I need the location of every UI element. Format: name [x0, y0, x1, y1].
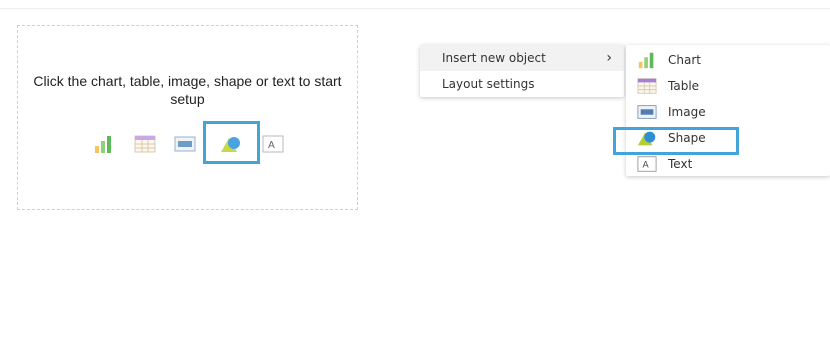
placeholder-shape-highlight [203, 121, 260, 164]
object-placeholder[interactable]: Click the chart, table, image, shape or … [17, 25, 358, 210]
chart-icon[interactable] [92, 133, 116, 155]
submenu-item-image[interactable]: Image [626, 99, 830, 125]
svg-text:A: A [268, 140, 275, 151]
insert-object-submenu: Chart Table Image Shape A Text [613, 45, 830, 176]
submenu-shape-highlight [613, 127, 739, 155]
submenu-item-label: Table [668, 79, 700, 93]
menu-item-label: Insert new object [442, 51, 546, 65]
image-icon [636, 102, 658, 122]
menu-item-label: Layout settings [442, 77, 535, 91]
chart-icon [636, 50, 658, 70]
submenu-item-chart[interactable]: Chart [626, 47, 830, 73]
image-icon[interactable] [173, 133, 197, 155]
chevron-right-icon: › [606, 50, 612, 66]
table-icon[interactable] [133, 133, 157, 155]
submenu-item-table[interactable]: Table [626, 73, 830, 99]
context-menu: Insert new object › Layout settings [420, 45, 624, 97]
text-icon: A [636, 154, 658, 174]
table-icon [636, 76, 658, 96]
text-icon[interactable]: A [261, 133, 285, 155]
top-divider [0, 8, 830, 9]
submenu-item-label: Chart [668, 53, 701, 67]
menu-item-insert-new-object[interactable]: Insert new object › [420, 45, 624, 71]
placeholder-instructions: Click the chart, table, image, shape or … [33, 73, 342, 107]
submenu-item-label: Image [668, 105, 706, 119]
menu-item-layout-settings[interactable]: Layout settings [420, 71, 624, 97]
svg-text:A: A [642, 161, 649, 171]
